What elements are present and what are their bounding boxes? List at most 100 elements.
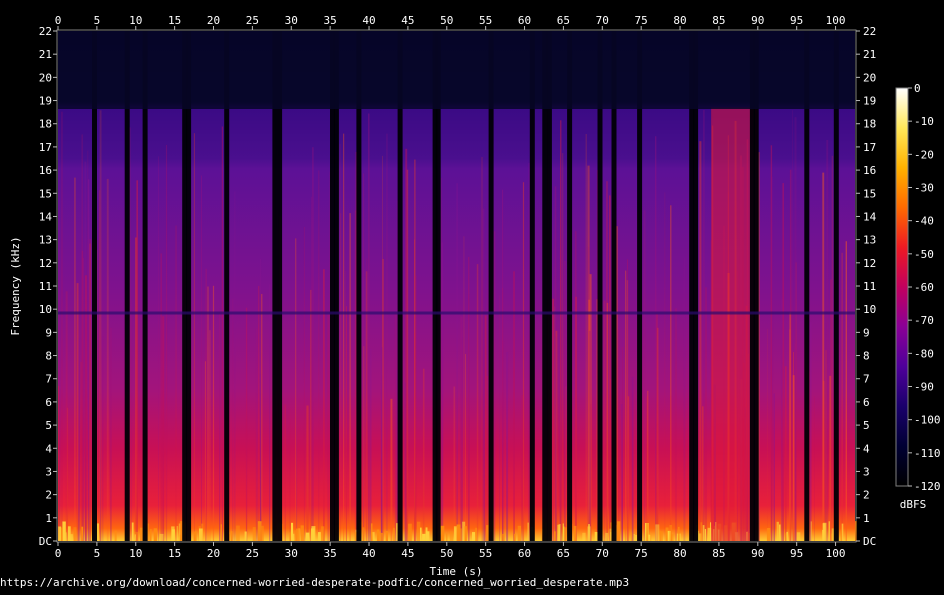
low-freq-energy — [159, 533, 164, 541]
texture-streak — [609, 195, 611, 541]
low-freq-energy — [81, 526, 84, 541]
low-freq-energy — [408, 523, 412, 541]
texture-streak — [58, 386, 60, 541]
texture-streak — [394, 311, 397, 541]
texture-streak — [575, 296, 577, 541]
y-axis-left: DC12345678910111213141516171819202122 — [39, 25, 57, 548]
x-tick-label: 10 — [129, 547, 142, 560]
low-freq-energy — [293, 533, 295, 541]
texture-streak — [841, 252, 843, 542]
y-tick-label-right: 8 — [863, 350, 870, 363]
spectrogram-heatmap — [58, 31, 857, 542]
x-tick-label: 25 — [246, 547, 259, 560]
x-tick-label: 0 — [55, 547, 62, 560]
y-tick-label-right: 4 — [863, 442, 870, 455]
above-cutoff-band — [58, 31, 855, 109]
low-freq-energy — [486, 525, 489, 541]
low-freq-energy — [554, 531, 556, 541]
y-tick-label: 8 — [45, 350, 52, 363]
texture-streak — [158, 156, 159, 542]
y-tick-label: 21 — [39, 48, 52, 61]
texture-streak — [822, 172, 825, 541]
x-tick-label-top: 75 — [635, 14, 648, 27]
texture-streak — [306, 405, 309, 541]
low-freq-energy — [527, 522, 529, 541]
low-freq-energy — [67, 526, 71, 541]
texture-streak — [664, 192, 666, 541]
x-tick-label: 85 — [712, 547, 725, 560]
texture-streak — [414, 333, 416, 541]
texture-streak — [562, 153, 564, 541]
texture-streak — [603, 300, 606, 541]
x-tick-label-top: 5 — [94, 14, 101, 27]
colorbar-tick-label: -20 — [914, 148, 934, 161]
texture-streak — [255, 328, 258, 541]
texture-streak — [404, 382, 406, 541]
y-tick-label: 2 — [45, 489, 52, 502]
texture-streak — [76, 283, 79, 541]
texture-streak — [102, 336, 104, 541]
low-freq-energy — [605, 532, 609, 541]
low-freq-energy — [475, 527, 478, 541]
texture-streak — [826, 140, 829, 541]
y-tick-label: 18 — [39, 118, 52, 131]
low-freq-energy — [810, 521, 812, 541]
y-tick-label: 22 — [39, 25, 52, 38]
texture-streak — [175, 225, 177, 541]
x-tick-label-top: 60 — [518, 14, 531, 27]
y-tick-label: 5 — [45, 419, 52, 432]
low-freq-energy — [501, 533, 505, 541]
y-tick-label-right: 18 — [863, 118, 876, 131]
low-freq-energy — [244, 531, 247, 541]
low-freq-energy — [704, 529, 706, 541]
texture-streak — [295, 238, 297, 541]
texture-streak — [130, 300, 133, 541]
low-freq-energy — [252, 527, 256, 541]
y-axis-right: DC12345678910111213141516171819202122 — [856, 25, 877, 548]
texture-streak — [81, 134, 83, 541]
low-freq-energy — [573, 525, 577, 541]
texture-streak — [386, 133, 388, 541]
texture-streak — [207, 286, 209, 541]
low-freq-energy — [514, 533, 516, 541]
low-freq-energy — [199, 528, 203, 541]
colorbar-tick-label: -60 — [914, 281, 934, 294]
x-tick-label-top: 95 — [790, 14, 803, 27]
x-tick-label: 50 — [440, 547, 453, 560]
texture-streak — [363, 346, 365, 541]
texture-streak — [201, 175, 202, 541]
y-axis-label: Frequency (kHz) — [9, 236, 22, 335]
low-freq-energy — [776, 521, 779, 541]
texture-streak — [596, 170, 598, 541]
y-tick-label: 17 — [39, 141, 52, 154]
low-freq-energy — [420, 527, 422, 541]
low-freq-energy — [300, 525, 304, 541]
texture-streak — [284, 404, 286, 541]
x-tick-label: 100 — [826, 547, 846, 560]
y-tick-label: 1 — [45, 512, 52, 525]
low-freq-energy — [700, 522, 703, 541]
x-tick-label-top: 10 — [129, 14, 142, 27]
y-tick-label-right: 12 — [863, 257, 876, 270]
texture-streak — [345, 270, 347, 541]
texture-streak — [794, 117, 797, 541]
texture-streak — [232, 298, 234, 541]
x-tick-label-top: 90 — [751, 14, 764, 27]
y-tick-label-right: 11 — [863, 280, 876, 293]
x-axis-top: 0 5 10 15 20 25 30 35 40 45 50 55 60 65 70 75 80 85 90 95 10… — [55, 14, 845, 30]
low-freq-energy — [710, 522, 712, 541]
texture-streak — [829, 375, 832, 541]
texture-streak — [481, 157, 483, 541]
colorbar-tick-label: -40 — [914, 215, 934, 228]
x-tick-label: 15 — [168, 547, 181, 560]
texture-streak — [784, 366, 787, 541]
texture-streak — [311, 196, 312, 542]
low-freq-energy — [633, 534, 636, 541]
low-freq-energy — [425, 531, 430, 541]
low-freq-energy — [318, 532, 321, 541]
low-freq-energy — [370, 523, 373, 541]
low-freq-energy — [646, 523, 649, 541]
y-tick-label: 12 — [39, 257, 52, 270]
y-tick-label-right: 2 — [863, 489, 870, 502]
y-tick-label-right: 21 — [863, 48, 876, 61]
